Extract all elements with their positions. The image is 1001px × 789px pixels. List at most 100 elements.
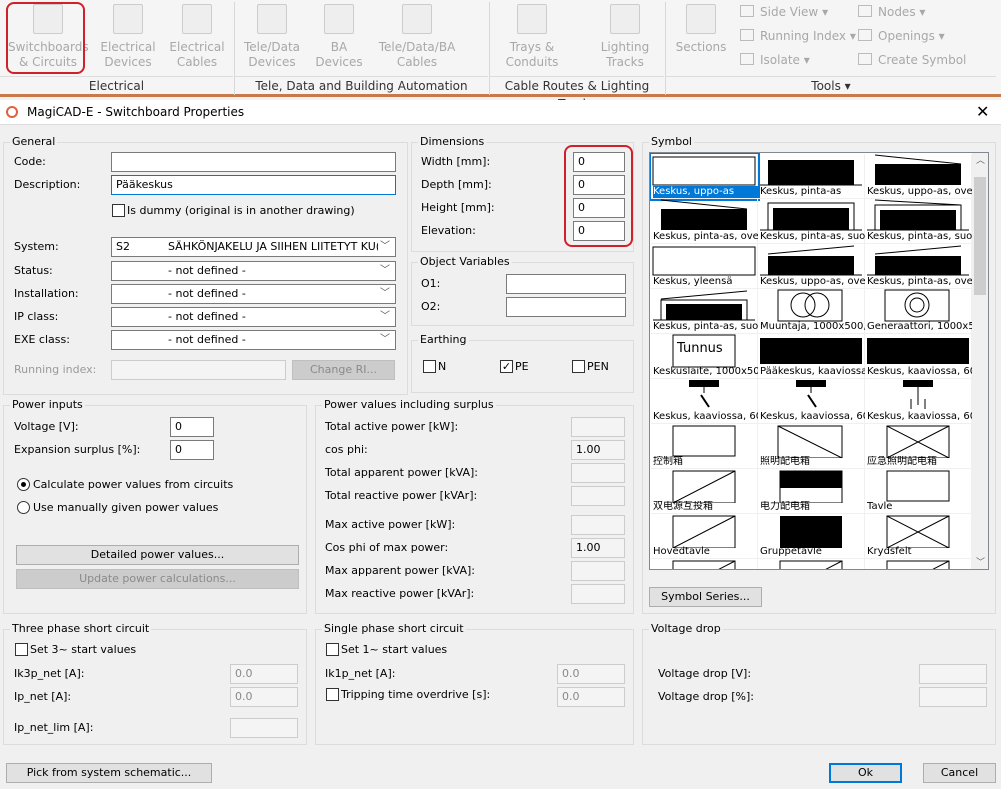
app-icon xyxy=(6,106,18,118)
ip-class-select[interactable]: - not defined - ﹀ xyxy=(111,307,396,327)
symbol-item[interactable]: 照明配电箱 xyxy=(758,424,865,469)
ok-button[interactable]: Ok xyxy=(829,763,902,783)
set-3-phase-checkbox[interactable] xyxy=(15,643,28,656)
cancel-button[interactable]: Cancel xyxy=(923,763,996,783)
symbol-item[interactable]: 双电源互投箱 xyxy=(651,469,758,514)
description-input[interactable]: Pääkeskus xyxy=(111,175,396,195)
earthing-pe-checkbox[interactable]: ✓ xyxy=(500,360,513,373)
symbol-item[interactable]: Gruppetavle xyxy=(758,514,865,559)
symbol-item[interactable]: Keskus, uppo-as, ovell xyxy=(758,244,865,289)
earthing-n-checkbox[interactable] xyxy=(423,360,436,373)
electrical-cables-button[interactable]: Electrical Cables xyxy=(166,0,228,70)
symbol-item[interactable]: Keskus, kaaviossa, 60 xyxy=(758,379,865,424)
io-cable-icon xyxy=(402,4,432,34)
close-button[interactable]: ✕ xyxy=(976,102,989,121)
symbol-item-partial[interactable] xyxy=(651,559,758,569)
symbol-item[interactable]: 控制箱 xyxy=(651,424,758,469)
power-value-field xyxy=(571,463,625,483)
voltage-drop-percent-input xyxy=(919,687,987,707)
o2-input[interactable] xyxy=(506,297,626,317)
height-label: Height [mm]: xyxy=(421,201,495,214)
symbol-item[interactable]: Keskus, pinta-as, ovell xyxy=(865,244,972,289)
pick-from-schematic-button[interactable]: Pick from system schematic... xyxy=(6,763,212,783)
symbol-scrollbar[interactable]: ︿ ﹀ xyxy=(972,153,988,569)
scroll-up-icon[interactable]: ︿ xyxy=(976,153,985,166)
trays-conduits-button[interactable]: Trays & Conduits xyxy=(502,0,562,70)
scrollbar-thumb[interactable] xyxy=(974,177,986,295)
symbol-item[interactable]: Pääkeskus, kaaviossa, xyxy=(758,334,865,379)
group-title: Object Variables xyxy=(418,255,512,268)
symbol-item[interactable]: 应急照明配电箱 xyxy=(865,424,972,469)
status-select[interactable]: - not defined - ﹀ xyxy=(111,261,396,281)
o1-input[interactable] xyxy=(506,274,626,294)
symbol-item[interactable]: Keskus, kaaviossa, 60 xyxy=(865,334,972,379)
exe-class-label: EXE class: xyxy=(14,333,70,346)
symbol-item[interactable]: Keskus, yleensä xyxy=(651,244,758,289)
symbol-item[interactable]: Tavle xyxy=(865,469,972,514)
power-value-label: Total reactive power [kVAr]: xyxy=(325,489,478,502)
symbol-item[interactable]: Keskus, pinta-as, suoj xyxy=(865,199,972,244)
symbol-item[interactable]: Keskus, pinta-as, ovell xyxy=(651,199,758,244)
create-symbol-button[interactable]: Create Symbol xyxy=(858,53,966,67)
symbol-label: Pääkeskus, kaaviossa, xyxy=(760,366,865,377)
symbol-item-partial[interactable] xyxy=(758,559,865,569)
symbol-diag2-icon xyxy=(672,470,736,503)
isolate-button[interactable]: Isolate ▾ xyxy=(740,53,810,67)
symbol-item[interactable]: Keskus, uppo-as xyxy=(650,153,760,201)
symbol-item-partial[interactable] xyxy=(865,559,972,569)
label: Lighting xyxy=(600,40,650,54)
lighting-tracks-button[interactable]: Lighting Tracks xyxy=(598,0,652,70)
is-dummy-checkbox[interactable] xyxy=(112,204,125,217)
symbol-item[interactable]: Keskus, pinta-as, suoj xyxy=(758,199,865,244)
system-select[interactable]: S2 SÄHKÖNJAKELU JA SIIHEN LIITETYT KU(﹀ xyxy=(111,237,396,257)
ik3p-label: Ik3p_net [A]: xyxy=(14,667,85,680)
detailed-power-values-button[interactable]: Detailed power values... xyxy=(16,545,299,565)
symbol-label: Keskus, kaaviossa, 60 xyxy=(760,411,865,422)
group-title: Voltage drop xyxy=(649,622,723,635)
label: Isolate xyxy=(760,53,800,67)
code-input[interactable] xyxy=(111,152,396,172)
symbol-item[interactable]: Krydsfelt xyxy=(865,514,972,559)
symbol-label: Krydsfelt xyxy=(867,546,912,557)
voltage-input[interactable]: 0 xyxy=(170,417,214,437)
ip-net-label: Ip_net [A]: xyxy=(14,690,72,703)
group-tools[interactable]: Tools ▾ xyxy=(666,76,996,94)
manual-power-radio[interactable] xyxy=(17,501,30,514)
nodes-button[interactable]: Nodes ▾ xyxy=(858,5,925,19)
symbol-item[interactable]: Hovedtavle xyxy=(651,514,758,559)
scroll-down-icon[interactable]: ﹀ xyxy=(976,555,985,568)
symbol-item[interactable]: Generaattori, 1000x5 xyxy=(865,289,972,334)
power-value-field xyxy=(571,561,625,581)
symbol-list[interactable]: Keskus, uppo-as Keskus, pinta-as Keskus, u… xyxy=(649,152,989,570)
openings-button[interactable]: Openings ▾ xyxy=(858,29,945,43)
symbol-label: 应急照明配电箱 xyxy=(867,456,937,467)
symbol-item[interactable]: Keskus, pinta-as, suoj xyxy=(651,289,758,334)
symbol-item[interactable]: Muuntaja, 1000x500, xyxy=(758,289,865,334)
calculate-power-radio[interactable] xyxy=(17,478,30,491)
tele-data-ba-cables-button[interactable]: Tele/Data/BA Cables xyxy=(378,0,456,70)
is-dummy-label: Is dummy (original is in another drawing… xyxy=(127,204,355,217)
installation-select[interactable]: - not defined - ﹀ xyxy=(111,284,396,304)
symbol-item[interactable]: Tunnus Keskuslaite, 1000x50 xyxy=(651,334,758,379)
symbol-label: Hovedtavle xyxy=(653,546,710,557)
expansion-surplus-input[interactable]: 0 xyxy=(170,440,214,460)
running-index-button[interactable]: Running Index ▾ xyxy=(740,29,856,43)
earthing-pen-checkbox[interactable] xyxy=(572,360,585,373)
symbol-series-button[interactable]: Symbol Series... xyxy=(649,587,762,607)
tele-data-devices-button[interactable]: Tele/Data Devices xyxy=(242,0,302,70)
elevation-label: Elevation: xyxy=(421,224,476,237)
sections-button[interactable]: Sections xyxy=(674,0,728,55)
system-label: System: xyxy=(14,240,59,253)
exe-class-select[interactable]: - not defined - ﹀ xyxy=(111,330,396,350)
symbol-item[interactable]: Keskus, uppo-as, ovell xyxy=(865,154,972,199)
side-view-button[interactable]: Side View ▾ xyxy=(740,5,828,19)
tripping-time-checkbox[interactable] xyxy=(326,688,339,701)
set-1-phase-checkbox[interactable] xyxy=(326,643,339,656)
symbol-item[interactable]: 电力配电箱 xyxy=(758,469,865,514)
electrical-devices-button[interactable]: Electrical Devices xyxy=(98,0,158,70)
symbol-item[interactable]: Keskus, kaaviossa, 60 xyxy=(865,379,972,424)
symbol-item[interactable]: Keskus, kaaviossa, 60 xyxy=(651,379,758,424)
symbol-item[interactable]: Keskus, pinta-as xyxy=(758,154,865,199)
label: Cables xyxy=(396,55,438,69)
ba-devices-button[interactable]: BA Devices xyxy=(314,0,364,70)
